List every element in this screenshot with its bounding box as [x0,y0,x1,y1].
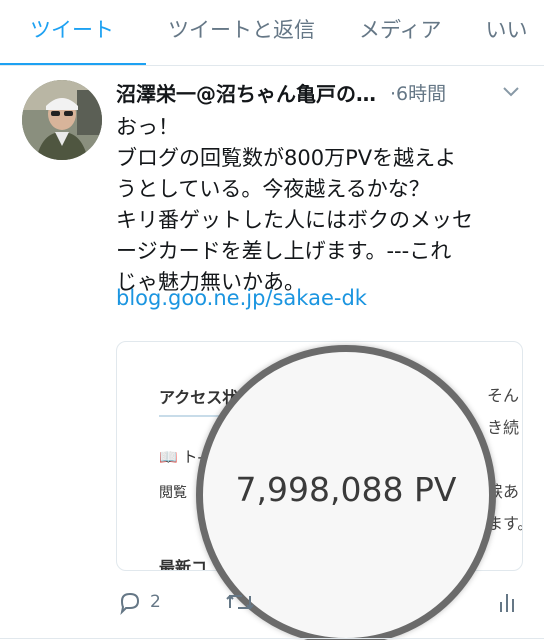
card-latest-comments: 最新コ [159,558,208,571]
tab-likes[interactable]: いい [464,0,544,65]
author-name[interactable]: 沼澤栄一@沼ちゃん亀戸の… [116,78,376,107]
analytics-button[interactable] [496,588,520,616]
card-side-text: そん [487,386,520,405]
reply-count: 2 [150,592,161,612]
tab-tweets[interactable]: ツイート [0,0,146,65]
reply-button[interactable]: 2 [116,588,161,616]
divider [0,638,544,639]
tweet-line: キリ番ゲットした人にはボクのメッセ [116,208,473,232]
profile-tabs: ツイート ツイートと返信 メディア いい [0,0,544,66]
retweet-button[interactable] [224,588,256,616]
tab-tweets-and-replies[interactable]: ツイートと返信 [146,0,337,65]
tweet-link[interactable]: blog.goo.ne.jp/sakae-dk [116,286,367,310]
tweet-text: おっ！ ブログの回覧数が800万PVを越えよ うとしている。今夜越えるかな？ キ… [116,112,532,298]
tweet-header: 沼澤栄一@沼ちゃん亀戸の… ·6時間 [116,76,528,108]
card-toppage: 📖 ト- [159,448,203,466]
card-side-text: き続 [487,418,520,437]
pageview-count: 7,998,088 PV [235,469,457,509]
tweet-time[interactable]: ·6時間 [390,79,446,106]
tweet-line: うとしている。今夜越えるかな？ [116,177,430,201]
reply-icon [120,592,140,616]
tab-media[interactable]: メディア [337,0,464,65]
analytics-icon [500,594,514,612]
tweet-line: ブログの回覧数が800万PVを越えよ [116,146,457,170]
tweet-line: おっ！ [116,115,179,139]
avatar[interactable] [22,80,102,160]
tweet-actions: 2 [116,588,536,622]
tweet-line: ージカードを差し上げます。---これ [116,239,452,263]
avatar-photo [22,80,102,160]
chevron-down-icon[interactable] [500,80,522,102]
card-browse-label: 閲覧 [159,485,187,501]
retweet-icon [226,594,254,610]
